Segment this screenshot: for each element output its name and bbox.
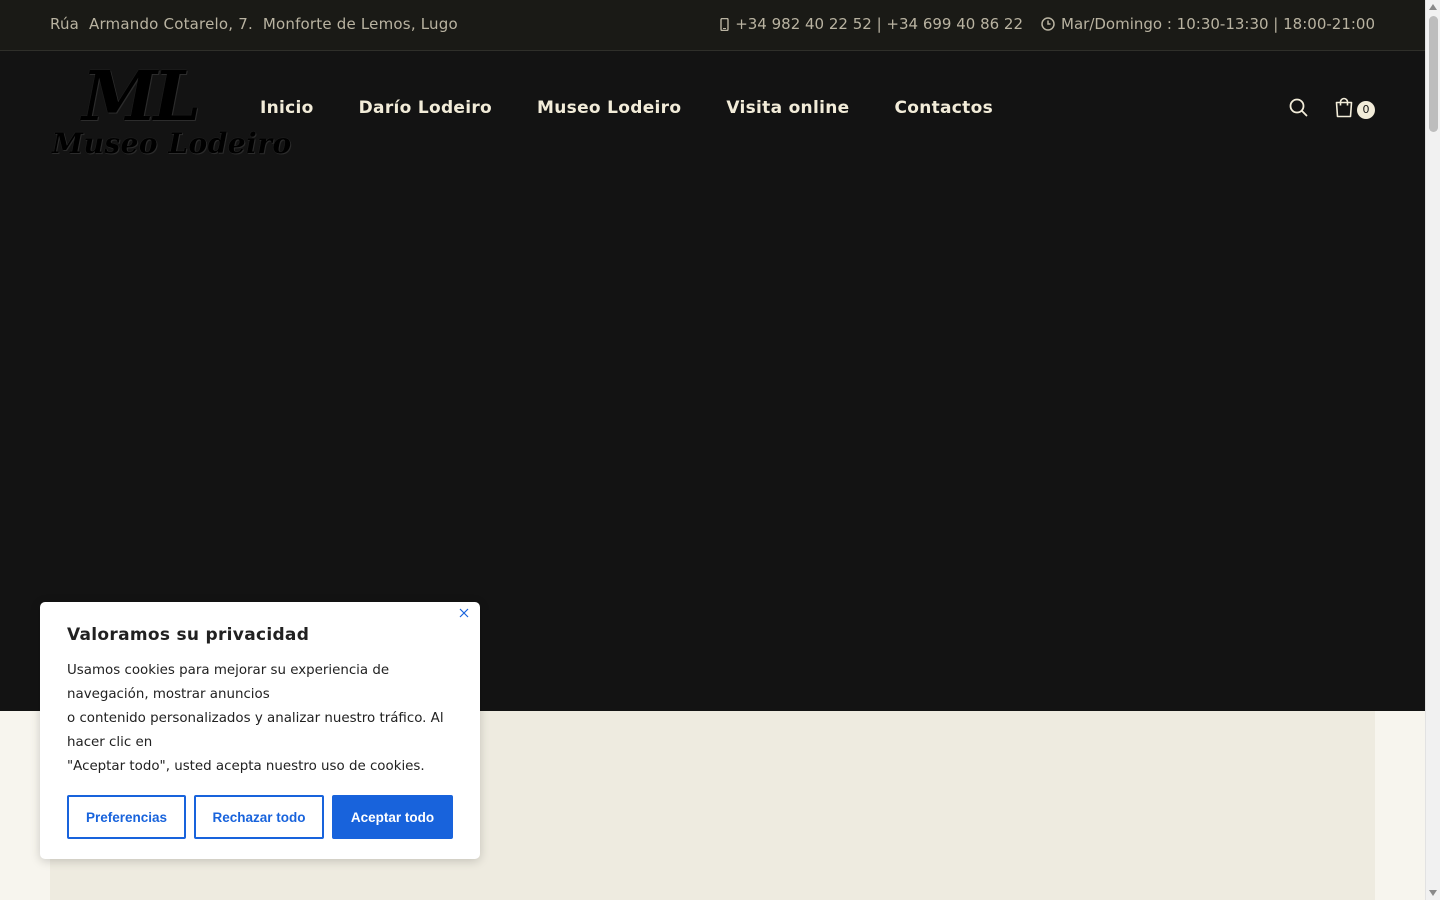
search-icon[interactable]	[1289, 98, 1308, 121]
contact-info: +34 982 40 22 52 | +34 699 40 86 22 Mar/…	[720, 15, 1375, 33]
logo-monogram: ML	[82, 57, 201, 137]
nav-item-visita-online[interactable]: Visita online	[726, 98, 849, 118]
scrollbar-thumb[interactable]	[1429, 16, 1438, 132]
cookie-buttons: Preferencias Rechazar todo Aceptar todo	[67, 795, 453, 839]
nav-item-dario-lodeiro[interactable]: Darío Lodeiro	[359, 98, 492, 118]
mobile-phone-icon	[720, 17, 729, 31]
clock-icon	[1041, 17, 1055, 31]
shopping-bag-icon	[1334, 97, 1354, 122]
nav-item-inicio[interactable]: Inicio	[260, 98, 314, 118]
accept-all-button[interactable]: Aceptar todo	[332, 795, 453, 839]
scroll-up-arrow-icon[interactable]	[1429, 4, 1437, 10]
header-actions: 0	[1289, 97, 1375, 122]
nav-item-contactos[interactable]: Contactos	[894, 98, 993, 118]
cookie-consent-banner: Valoramos su privacidad Usamos cookies p…	[40, 602, 480, 859]
preferences-button[interactable]: Preferencias	[67, 795, 186, 839]
site-logo[interactable]: ML Museo Lodeiro	[52, 57, 291, 167]
phone-info: +34 982 40 22 52 | +34 699 40 86 22	[720, 15, 1023, 33]
scroll-down-arrow-icon[interactable]	[1429, 890, 1437, 896]
address-text: Rúa Armando Cotarelo, 7. Monforte de Lem…	[50, 15, 458, 33]
opening-hours: Mar/Domingo : 10:30-13:30 | 18:00-21:00	[1061, 15, 1375, 33]
main-navigation: Inicio Darío Lodeiro Museo Lodeiro Visit…	[260, 98, 993, 118]
cart-button[interactable]: 0	[1334, 97, 1375, 122]
cookie-text-line: Usamos cookies para mejorar su experienc…	[67, 663, 390, 702]
cookie-title: Valoramos su privacidad	[67, 625, 310, 645]
cart-count-badge: 0	[1357, 100, 1375, 119]
nav-item-museo-lodeiro[interactable]: Museo Lodeiro	[537, 98, 681, 118]
page-scrollbar[interactable]	[1425, 0, 1440, 900]
cookie-text-line: o contenido personalizados y analizar nu…	[67, 711, 444, 750]
logo-name: Museo Lodeiro	[52, 127, 292, 160]
close-icon[interactable]	[456, 605, 472, 621]
cookie-description: Usamos cookies para mejorar su experienc…	[67, 659, 457, 779]
top-info-bar: Rúa Armando Cotarelo, 7. Monforte de Lem…	[0, 0, 1425, 51]
reject-all-button[interactable]: Rechazar todo	[194, 795, 324, 839]
phone-numbers[interactable]: +34 982 40 22 52 | +34 699 40 86 22	[735, 15, 1023, 33]
hours-info: Mar/Domingo : 10:30-13:30 | 18:00-21:00	[1041, 15, 1375, 33]
cookie-text-line: "Aceptar todo", usted acepta nuestro uso…	[67, 759, 425, 774]
